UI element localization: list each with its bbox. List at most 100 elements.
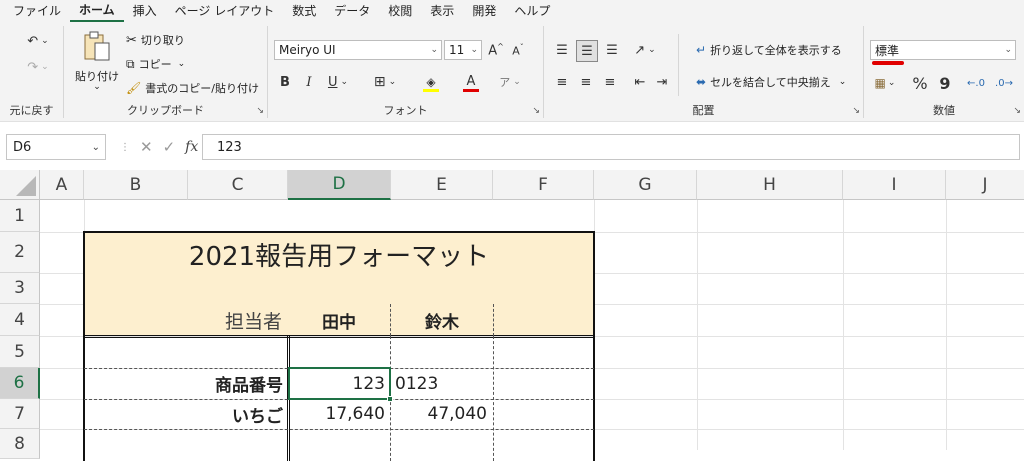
font-size-select[interactable]: 11 ⌄: [444, 40, 482, 60]
accounting-format-button[interactable]: ▦ ⌄: [870, 72, 900, 94]
worksheet-grid[interactable]: A B C D E F G H I J 1 2 3 4 5 6 7 8 2021…: [0, 170, 1024, 461]
row-header-1[interactable]: 1: [0, 200, 40, 232]
wrap-text-button[interactable]: ↵ 折り返して全体を表示する: [696, 42, 842, 58]
dialog-launcher-icon[interactable]: ↘: [852, 106, 860, 116]
tab-data[interactable]: データ: [325, 0, 379, 22]
select-all-button[interactable]: [0, 170, 40, 200]
format-painter-button[interactable]: 🖌 書式のコピー/貼り付け: [126, 80, 259, 96]
font-color-swatch: [463, 89, 479, 92]
chevron-down-icon: ⌄: [91, 141, 100, 153]
dialog-launcher-icon[interactable]: ↘: [532, 106, 540, 116]
align-right-button[interactable]: ≡: [600, 72, 620, 92]
increase-indent-icon: ⇥: [656, 74, 668, 90]
decrease-decimal-button[interactable]: .0→: [992, 72, 1016, 94]
tab-file[interactable]: ファイル: [4, 0, 70, 22]
column-header-a[interactable]: A: [40, 170, 84, 200]
bold-button[interactable]: B: [276, 72, 294, 92]
check-icon[interactable]: ✓: [163, 138, 176, 156]
column-header-j[interactable]: J: [946, 170, 1024, 200]
column-header-h[interactable]: H: [697, 170, 843, 200]
formula-input[interactable]: 123: [202, 134, 1020, 160]
font-color-button[interactable]: A: [454, 72, 488, 94]
row-header-5[interactable]: 5: [0, 336, 40, 368]
align-bottom-icon: ☰: [606, 42, 618, 58]
insert-function-icon[interactable]: fx: [185, 139, 198, 155]
format-painter-label: 書式のコピー/貼り付け: [145, 82, 259, 95]
italic-button[interactable]: I: [300, 72, 318, 92]
tab-help[interactable]: ヘルプ: [505, 0, 559, 22]
highlight-underline: [872, 61, 904, 65]
row-header-4[interactable]: 4: [0, 304, 40, 336]
tab-home[interactable]: ホーム: [70, 0, 124, 22]
chevron-down-icon: ⌄: [93, 82, 101, 92]
person-label-cell[interactable]: 担当者: [188, 304, 286, 336]
align-left-button[interactable]: ≡: [552, 72, 572, 92]
align-top-button[interactable]: ☰: [552, 40, 572, 60]
dialog-launcher-icon[interactable]: ↘: [1013, 106, 1021, 116]
redo-button[interactable]: ↷ ⌄: [18, 56, 58, 78]
person1-cell[interactable]: 田中: [288, 304, 390, 336]
dialog-launcher-icon[interactable]: ↘: [256, 106, 264, 116]
phonetic-icon: ア: [499, 76, 511, 89]
column-header-d[interactable]: D: [288, 170, 391, 200]
paste-button[interactable]: 貼り付け ⌄: [72, 30, 122, 94]
column-header-i[interactable]: I: [843, 170, 946, 200]
tab-insert[interactable]: 挿入: [124, 0, 166, 22]
column-header-c[interactable]: C: [188, 170, 288, 200]
row-header-6[interactable]: 6: [0, 368, 40, 399]
report-title[interactable]: 2021報告用フォーマット: [84, 236, 594, 272]
tab-formulas[interactable]: 数式: [283, 0, 325, 22]
name-box[interactable]: D6 ⌄: [6, 134, 106, 160]
align-bottom-button[interactable]: ☰: [602, 40, 622, 60]
cut-button[interactable]: ✂ 切り取り: [126, 32, 185, 48]
row-header-8[interactable]: 8: [0, 429, 40, 459]
fill-handle[interactable]: [387, 396, 393, 402]
cell-e6[interactable]: 0123: [393, 368, 491, 399]
undo-button[interactable]: ↶ ⌄: [18, 30, 58, 52]
font-name-select[interactable]: Meiryo UI ⌄: [274, 40, 442, 60]
tab-review[interactable]: 校閲: [379, 0, 421, 22]
increase-decimal-button[interactable]: ←.0: [964, 72, 988, 94]
row6-label-cell[interactable]: 商品番号: [84, 368, 285, 399]
clipboard-group-label: クリップボード: [127, 104, 204, 117]
tab-view[interactable]: 表示: [421, 0, 463, 22]
cell-d7[interactable]: 17,640: [291, 399, 389, 429]
font-grow-button[interactable]: A^: [486, 40, 506, 60]
tab-developer[interactable]: 開発: [463, 0, 505, 22]
chevron-down-icon: ⌄: [41, 62, 49, 72]
column-header-b[interactable]: B: [84, 170, 188, 200]
merge-center-button[interactable]: ⬌ セルを結合して中央揃え ⌄: [696, 74, 846, 90]
number-format-select[interactable]: 標準 ⌄: [870, 40, 1016, 60]
increase-indent-button[interactable]: ⇥: [652, 72, 672, 92]
row-header-7[interactable]: 7: [0, 399, 40, 429]
row-header-2[interactable]: 2: [0, 232, 40, 273]
underline-button[interactable]: U ⌄: [324, 72, 352, 92]
select-all-icon: [16, 176, 36, 196]
copy-button[interactable]: ⧉ コピー ⌄: [126, 56, 185, 72]
row7-label-cell[interactable]: いちご: [84, 399, 285, 429]
chevron-down-icon: ⌄: [340, 77, 349, 87]
column-header-f[interactable]: F: [493, 170, 594, 200]
phonetic-button[interactable]: ア ⌄: [496, 72, 524, 92]
comma-style-button[interactable]: 9: [936, 72, 954, 94]
cancel-icon[interactable]: ✕: [140, 138, 153, 156]
column-header-e[interactable]: E: [391, 170, 493, 200]
percent-button[interactable]: %: [910, 72, 930, 94]
orientation-button[interactable]: ↗ ⌄: [630, 40, 660, 60]
tab-page-layout[interactable]: ページ レイアウト: [166, 0, 284, 22]
align-center-button[interactable]: ≡: [576, 72, 596, 92]
clipboard-icon: [84, 31, 110, 61]
fill-color-button[interactable]: ◈: [414, 72, 448, 94]
font-shrink-button[interactable]: Aˇ: [508, 40, 528, 60]
decrease-indent-button[interactable]: ⇤: [630, 72, 650, 92]
column-header-g[interactable]: G: [594, 170, 697, 200]
redo-icon: ↷: [27, 59, 39, 75]
font-color-icon: A: [466, 74, 476, 89]
borders-button[interactable]: ⊞ ⌄: [368, 72, 402, 92]
align-middle-button[interactable]: ☰: [576, 40, 598, 62]
person2-cell[interactable]: 鈴木: [391, 304, 493, 336]
cell-e7[interactable]: 47,040: [393, 399, 491, 429]
row-header-3[interactable]: 3: [0, 273, 40, 304]
undo-group: ↶ ⌄ ↷ ⌄ 元に戻す: [0, 26, 64, 118]
orientation-icon: ↗: [634, 42, 646, 58]
